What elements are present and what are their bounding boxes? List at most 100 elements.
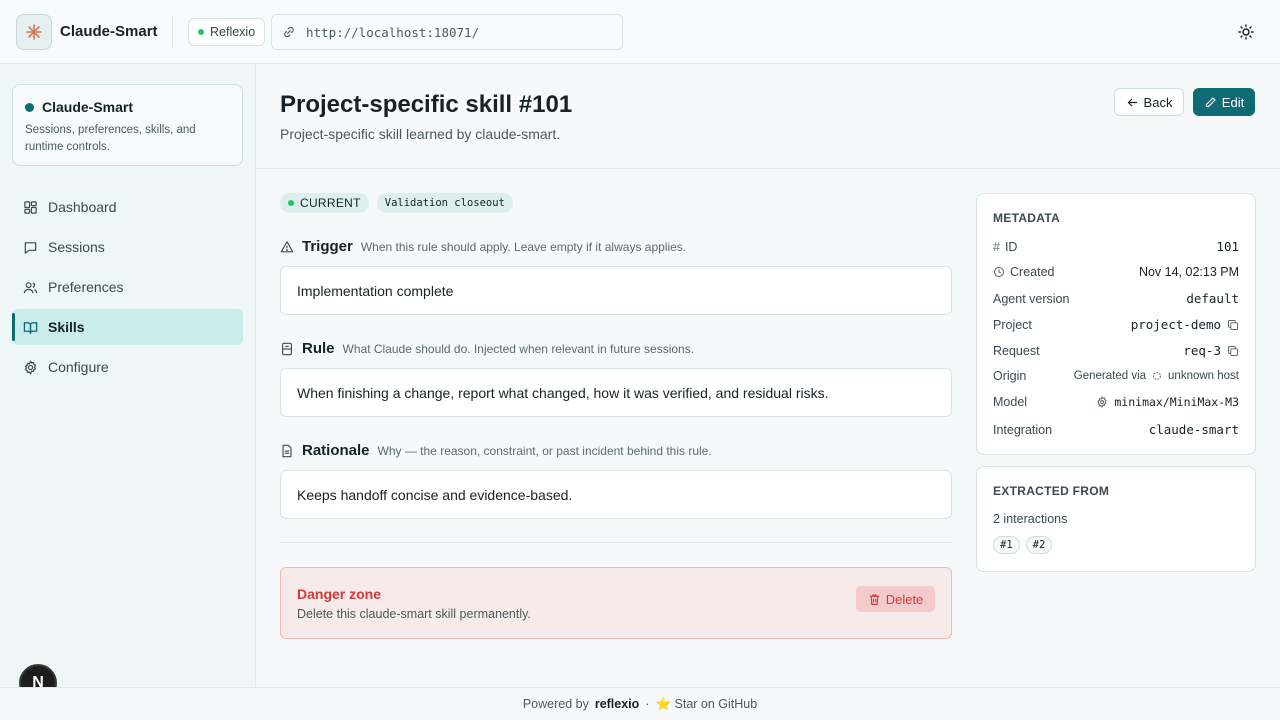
project-card[interactable]: Claude-Smart Sessions, preferences, skil… <box>12 84 243 166</box>
url-field[interactable]: http://localhost:18071/ <box>271 14 623 50</box>
page-subtitle: Project-specific skill learned by claude… <box>280 126 561 142</box>
status-badge: CURRENT <box>280 193 369 213</box>
sidebar-item-label: Sessions <box>48 239 105 255</box>
danger-zone-title: Danger zone <box>297 586 382 602</box>
spinner-icon <box>1153 372 1161 380</box>
theme-toggle-button[interactable] <box>1236 22 1256 42</box>
warning-triangle-icon <box>280 240 294 254</box>
metadata-row-origin: Origin Generated via unknown host <box>993 369 1239 383</box>
link-icon <box>284 26 294 38</box>
page-header: Project-specific skill #101 Project-spec… <box>256 64 1280 169</box>
status-label: Reflexio <box>210 25 256 39</box>
metadata-value: claude-smart <box>1148 422 1239 437</box>
metadata-key: Model <box>993 395 1028 409</box>
notebook-icon <box>280 342 294 356</box>
metadata-value: project-demo <box>1130 317 1221 332</box>
sidebar-item-label: Dashboard <box>48 199 117 215</box>
tag-badge: Validation closeout <box>376 193 513 213</box>
metadata-row-integration: Integration claude-smart <box>993 422 1239 437</box>
gear-icon <box>22 359 38 375</box>
footer: Powered by reflexio · ⭐ Star on GitHub <box>0 687 1280 720</box>
powered-by-label: Powered by <box>522 697 589 711</box>
header-divider <box>172 17 173 47</box>
rule-label-row: Rule What Claude should do. Injected whe… <box>280 340 694 357</box>
sidebar-item-skills[interactable]: Skills <box>12 309 243 345</box>
extracted-from-title: EXTRACTED FROM <box>993 484 1110 498</box>
section-divider <box>280 542 952 543</box>
danger-zone: Danger zone Delete this claude-smart ski… <box>280 567 952 639</box>
metadata-key: Integration <box>993 422 1053 437</box>
sidebar-item-dashboard[interactable]: Dashboard <box>12 189 243 225</box>
document-icon <box>280 444 294 458</box>
back-button[interactable]: Back <box>1114 88 1184 116</box>
interaction-chip[interactable]: #2 <box>1025 536 1053 554</box>
rationale-hint: Why — the reason, constraint, or past in… <box>377 444 712 458</box>
edit-label: Edit <box>1221 94 1245 110</box>
metadata-card: METADATA # ID 101 Created Nov 14, 02:13 P… <box>976 193 1256 455</box>
status-dot-icon <box>288 200 294 206</box>
metadata-key: Request <box>993 343 1040 358</box>
url-text: http://localhost:18071/ <box>306 24 480 40</box>
interaction-count: 2 interactions <box>993 512 1068 526</box>
top-bar: Claude-Smart Reflexio http://localhost:1… <box>0 0 1280 64</box>
metadata-value-host: unknown host <box>1168 370 1239 382</box>
metadata-value: Generated via <box>1073 370 1147 382</box>
connection-status-badge[interactable]: Reflexio <box>188 18 266 46</box>
rationale-label: Rationale <box>302 442 370 459</box>
model-gear-icon <box>1097 396 1108 408</box>
interaction-chip[interactable]: #1 <box>993 536 1020 554</box>
app-title: Claude-Smart <box>60 23 158 40</box>
metadata-row-project: Project project-demo <box>993 317 1239 332</box>
sidebar-item-sessions[interactable]: Sessions <box>12 229 243 265</box>
metadata-key: Origin <box>993 369 1027 383</box>
project-dot-icon <box>25 102 34 112</box>
metadata-row-created: Created Nov 14, 02:13 PM <box>993 265 1239 279</box>
sidebar-item-label: Configure <box>48 359 109 375</box>
app-logo[interactable] <box>16 14 52 50</box>
rule-label: Rule <box>302 340 335 357</box>
metadata-key: Agent version <box>993 291 1070 306</box>
rationale-field[interactable]: Keeps handoff concise and evidence-based… <box>280 470 952 519</box>
metadata-row-id: # ID 101 <box>993 239 1239 254</box>
copy-icon[interactable] <box>1227 345 1239 357</box>
arrow-left-icon <box>1127 98 1137 106</box>
metadata-row-request: Request req-3 <box>993 343 1239 358</box>
trigger-hint: When this rule should apply. Leave empty… <box>360 240 687 254</box>
sun-icon <box>1238 24 1254 40</box>
dashboard-icon <box>22 199 38 215</box>
trash-icon <box>869 593 879 605</box>
sidebar-nav: Dashboard Sessions Preferences Skills Co… <box>12 189 243 389</box>
book-icon <box>22 319 38 335</box>
metadata-key: Project <box>993 317 1032 332</box>
brand-link[interactable]: reflexio <box>595 697 639 711</box>
sidebar-item-label: Skills <box>48 319 85 335</box>
skill-badges: CURRENT Validation closeout <box>280 193 513 213</box>
rule-field[interactable]: When finishing a change, report what cha… <box>280 368 952 417</box>
trigger-label: Trigger <box>302 238 353 255</box>
status-dot-icon <box>198 29 204 35</box>
rule-hint: What Claude should do. Injected when rel… <box>342 342 695 356</box>
clock-icon <box>993 266 1005 278</box>
danger-zone-description: Delete this claude-smart skill permanent… <box>297 607 531 621</box>
metadata-value: Nov 14, 02:13 PM <box>1138 265 1239 279</box>
trigger-field[interactable]: Implementation complete <box>280 266 952 315</box>
edit-button[interactable]: Edit <box>1193 88 1255 116</box>
sidebar-item-configure[interactable]: Configure <box>12 349 243 385</box>
copy-icon[interactable] <box>1227 319 1239 331</box>
trigger-label-row: Trigger When this rule should apply. Lea… <box>280 238 686 255</box>
extracted-from-card: EXTRACTED FROM 2 interactions #1 #2 <box>976 466 1256 572</box>
interaction-chips: #1 #2 <box>993 536 1053 554</box>
project-name: Claude-Smart <box>42 99 134 115</box>
claude-logo-icon <box>26 24 42 40</box>
project-description: Sessions, preferences, skills, and runti… <box>25 124 196 153</box>
delete-label: Delete <box>885 591 924 607</box>
delete-button[interactable]: Delete <box>856 586 935 612</box>
metadata-key: Created <box>1010 265 1055 279</box>
metadata-value: req-3 <box>1183 343 1221 358</box>
github-star-link[interactable]: ⭐ Star on GitHub <box>655 697 757 712</box>
metadata-key: ID <box>1004 239 1018 254</box>
users-icon <box>22 279 38 295</box>
status-badge-label: CURRENT <box>300 196 361 210</box>
chat-icon <box>22 239 38 255</box>
sidebar-item-preferences[interactable]: Preferences <box>12 269 243 305</box>
